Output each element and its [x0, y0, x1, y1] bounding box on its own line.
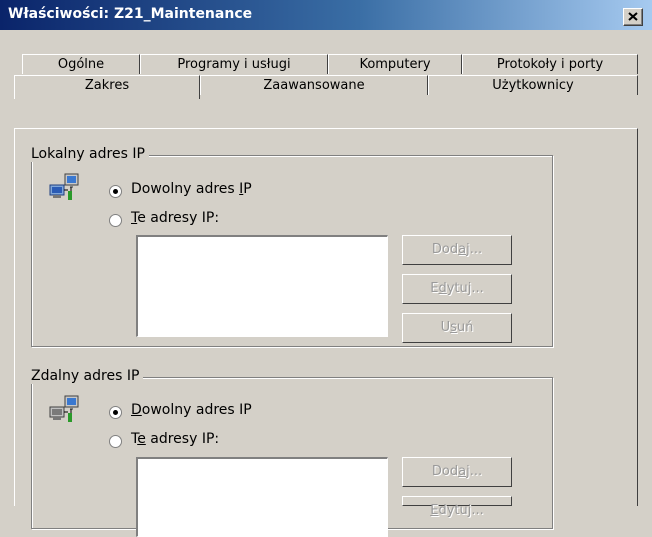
remote-any-ip-radio[interactable] — [109, 406, 122, 419]
tab-row-1: Ogólne Programy i usługi Komputery Proto… — [22, 54, 638, 75]
close-button[interactable] — [623, 8, 643, 26]
remote-edit-button[interactable]: Edytuj... — [402, 496, 512, 518]
network-computers-icon — [49, 173, 79, 200]
window-title: Właściwości: Z21_Maintenance — [8, 6, 253, 22]
network-computers-icon — [49, 395, 79, 422]
tab-advanced[interactable]: Zaawansowane — [200, 75, 428, 95]
tab-computers[interactable]: Komputery — [328, 54, 462, 74]
local-these-ips-label[interactable]: Te adresy IP: — [131, 210, 219, 226]
tab-scope[interactable]: Zakres — [14, 75, 200, 99]
remote-ip-legend: Zdalny adres IP — [31, 368, 144, 384]
tab-users[interactable]: Użytkownicy — [428, 75, 638, 95]
local-ip-list[interactable] — [136, 235, 388, 337]
remote-any-ip-label[interactable]: Dowolny adres IP — [131, 402, 252, 418]
remote-these-ips-radio[interactable] — [109, 435, 122, 448]
local-any-ip-label[interactable]: Dowolny adres IP — [131, 181, 252, 197]
tab-programs-services[interactable]: Programy i usługi — [140, 54, 328, 74]
remote-these-ips-label[interactable]: Te adresy IP: — [131, 431, 219, 447]
remote-ip-group: Zdalny adres IP Dowolny adres IP Te adre… — [31, 368, 553, 537]
tab-general[interactable]: Ogólne — [22, 54, 140, 74]
title-bar: Właściwości: Z21_Maintenance — [0, 0, 652, 30]
local-ip-legend: Lokalny adres IP — [31, 146, 149, 162]
remote-add-button[interactable]: Dodaj... — [402, 457, 512, 487]
dialog-body: Ogólne Programy i usługi Komputery Proto… — [0, 30, 652, 537]
tab-panel-scope: Lokalny adres IP Dowolny adres IP Te adr… — [14, 128, 638, 537]
local-add-button[interactable]: Dodaj... — [402, 235, 512, 265]
local-ip-group: Lokalny adres IP Dowolny adres IP Te adr… — [31, 146, 553, 347]
local-these-ips-radio[interactable] — [109, 214, 122, 227]
local-remove-button[interactable]: Usuń — [402, 313, 512, 343]
tab-row-2: Zakres Zaawansowane Użytkownicy — [14, 75, 638, 99]
remote-ip-list[interactable] — [136, 457, 388, 537]
tab-protocols-ports[interactable]: Protokoły i porty — [462, 54, 638, 74]
local-edit-button[interactable]: Edytuj... — [402, 274, 512, 304]
close-icon — [628, 12, 638, 21]
local-any-ip-radio[interactable] — [109, 185, 122, 198]
